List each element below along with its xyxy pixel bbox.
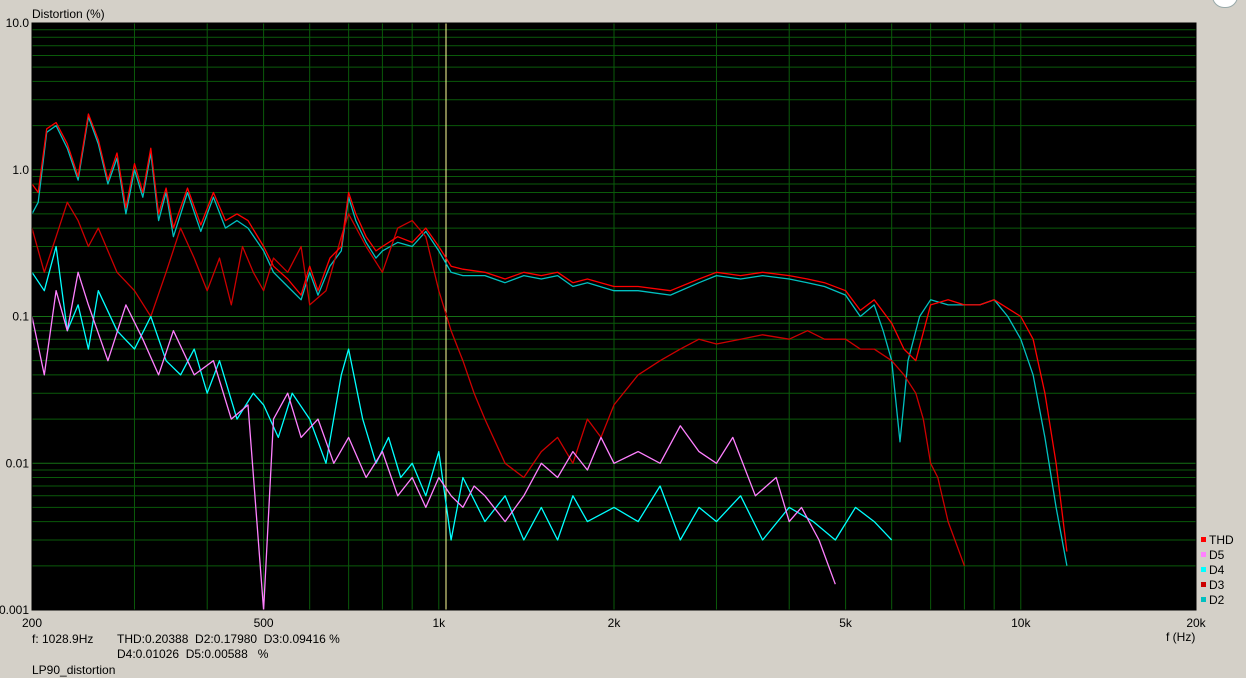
legend-swatch [1201, 537, 1206, 542]
legend-label: THD [1209, 533, 1234, 547]
legend-label: D4 [1209, 563, 1225, 577]
y-tick-label: 0.001 [0, 603, 29, 617]
x-tick-label: 2k [608, 616, 622, 630]
legend: THDD5D4D3D2 [1201, 533, 1234, 607]
x-tick-label: 5k [839, 616, 853, 630]
y-tick-label: 1.0 [12, 163, 29, 177]
legend-swatch [1201, 552, 1206, 557]
x-tick-label: 500 [254, 616, 274, 630]
legend-swatch [1201, 567, 1206, 572]
y-axis-label: Distortion (%) [32, 7, 105, 21]
y-tick-label: 10.0 [6, 16, 30, 30]
legend-label: D3 [1209, 578, 1225, 592]
distortion-readout-line2: D4:0.01026 D5:0.00588 % [117, 647, 269, 661]
x-tick-label: 200 [22, 616, 42, 630]
x-tick-label: 1k [432, 616, 446, 630]
y-tick-label: 0.1 [12, 310, 29, 324]
frequency-readout: f: 1028.9Hz [32, 632, 94, 646]
x-axis-label: f (Hz) [1166, 630, 1196, 644]
legend-swatch [1201, 597, 1206, 602]
legend-swatch [1201, 582, 1206, 587]
distortion-readout-line1: THD:0.20388 D2:0.17980 D3:0.09416 % [117, 632, 340, 646]
legend-label: D5 [1209, 548, 1225, 562]
x-tick-label: 20k [1186, 616, 1206, 630]
measurement-name: LP90_distortion [32, 663, 116, 677]
x-tick-label: 10k [1011, 616, 1031, 630]
legend-label: D2 [1209, 593, 1225, 607]
distortion-chart: 200 500 1k 2k 5k 10k 20k 10.0 1.0 0.1 0.01 0.001 TH… [0, 16, 1234, 630]
y-tick-label: 0.01 [6, 456, 30, 470]
